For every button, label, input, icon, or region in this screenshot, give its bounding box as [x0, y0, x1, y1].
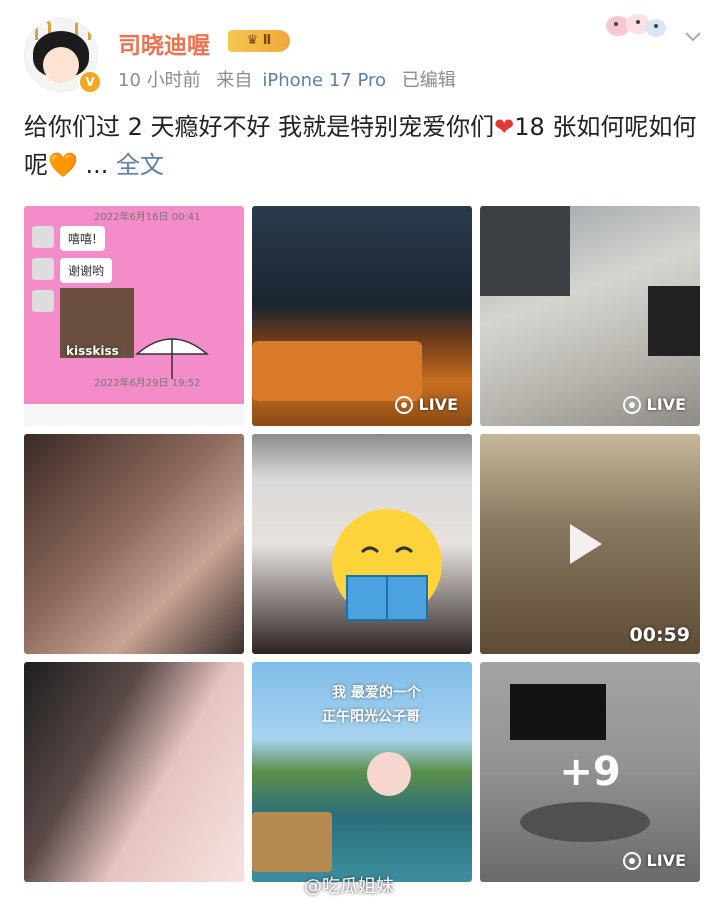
watermark: @吃瓜姐妹: [304, 876, 394, 897]
chat-message-2: 谢谢哟: [60, 258, 113, 283]
chat-avatar: [32, 290, 54, 312]
pool-caption-line1: 我 最爱的一个: [332, 685, 421, 701]
floating-tray: [252, 812, 332, 872]
chat-date-1: 2022年6月16日 00:41: [94, 212, 201, 223]
verified-badge-icon: V: [78, 70, 102, 94]
reading-emoji-icon: [332, 509, 442, 621]
chat-avatar: [32, 258, 54, 280]
grid-photo-1[interactable]: 2022年6月16日 00:41 嘻嘻! 谢谢哟 kisskiss 2022年6…: [24, 206, 244, 426]
post-source: 来自 iPhone 17 Pro: [216, 70, 386, 91]
chat-date-2: 2022年6月29日 19:52: [94, 378, 201, 389]
grid-photo-7[interactable]: [24, 662, 244, 882]
grid-video-6[interactable]: 00:59: [480, 434, 700, 654]
ellipsis: ...: [77, 151, 117, 179]
member-badge[interactable]: ♛ Ⅱ: [228, 30, 290, 52]
orange-heart-icon: 🧡: [48, 151, 78, 179]
grid-photo-5[interactable]: [252, 434, 472, 654]
sofa: [252, 341, 422, 401]
tv-screen: [648, 286, 700, 356]
more-photos-overlay[interactable]: +9: [480, 662, 700, 882]
photo-grid: 2022年6月16日 00:41 嘻嘻! 谢谢哟 kisskiss 2022年6…: [24, 206, 700, 882]
chat-avatar: [32, 226, 54, 248]
avatar-face: [43, 47, 79, 83]
video-duration: 00:59: [629, 624, 690, 646]
chat-message-1: 嘻嘻!: [60, 226, 105, 251]
grid-photo-3[interactable]: LIVE: [480, 206, 700, 426]
face-sticker: [367, 752, 411, 796]
live-label: LIVE: [646, 395, 686, 414]
post-text: 给你们过 2 天瘾好不好 我就是特别宠爱你们❤18 张如何呢如何呢🧡 ... 全…: [24, 108, 704, 184]
grid-photo-2[interactable]: LIVE: [252, 206, 472, 426]
crown-icon: ♛: [246, 33, 259, 48]
source-prefix: 来自: [216, 70, 253, 91]
edited-label[interactable]: 已编辑: [402, 70, 456, 91]
post-time: 10 小时前: [118, 70, 201, 91]
live-label: LIVE: [418, 395, 458, 414]
pool-caption-line2: 正午阳光公子哥: [322, 709, 420, 725]
live-badge: LIVE: [622, 851, 686, 870]
live-icon: [622, 851, 641, 870]
post-meta: 10 小时前 来自 iPhone 17 Pro 已编辑: [118, 66, 466, 92]
full-text-link[interactable]: 全文: [116, 151, 164, 179]
grid-photo-4[interactable]: [24, 434, 244, 654]
live-icon: [394, 395, 413, 414]
chairs: [480, 206, 570, 296]
cartoon-decoration-icon: [606, 14, 666, 37]
chevron-down-icon[interactable]: [684, 30, 702, 44]
source-device[interactable]: iPhone 17 Pro: [262, 70, 386, 91]
live-badge: LIVE: [622, 395, 686, 414]
chat-input-bar: [24, 404, 244, 426]
red-heart-icon: ❤: [494, 113, 515, 141]
live-label: LIVE: [646, 851, 686, 870]
chat-sticker-text: kisskiss: [66, 344, 119, 358]
grid-photo-8[interactable]: 我 最爱的一个 正午阳光公子哥: [252, 662, 472, 882]
post-text-part1: 给你们过 2 天瘾好不好 我就是特别宠爱你们: [24, 113, 495, 141]
play-icon[interactable]: [570, 524, 602, 564]
grid-photo-9[interactable]: +9 LIVE: [480, 662, 700, 882]
member-level: Ⅱ: [262, 33, 272, 48]
live-badge: LIVE: [394, 395, 458, 414]
username[interactable]: 司晓迪喔: [118, 26, 210, 60]
live-icon: [622, 395, 641, 414]
